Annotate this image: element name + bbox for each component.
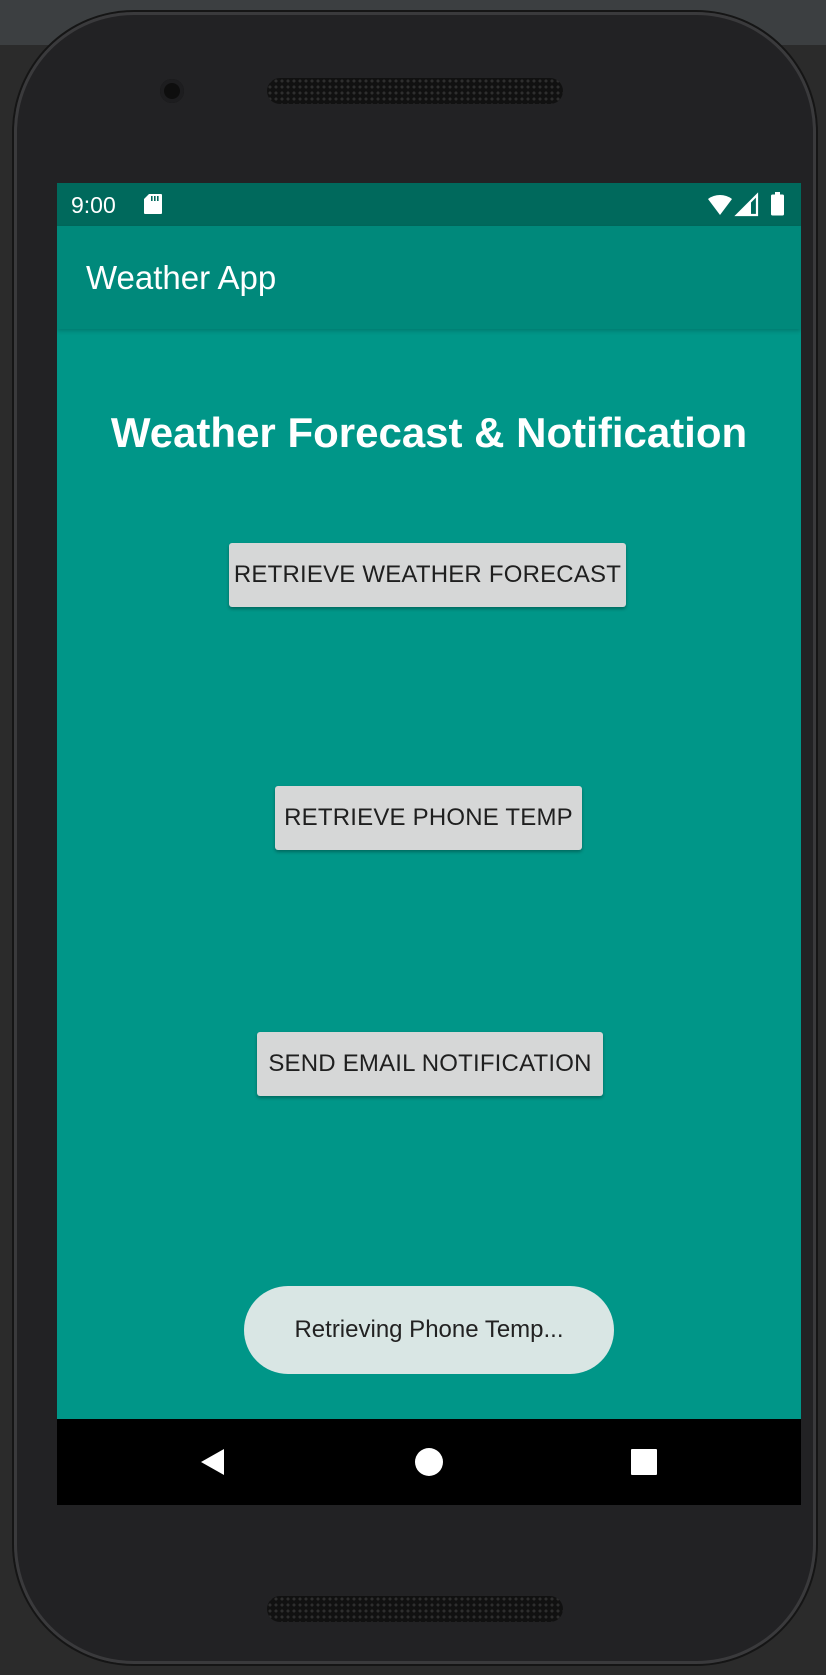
bottom-speaker: [267, 1596, 563, 1622]
navigation-bar: [57, 1419, 801, 1505]
app-bar: Weather App: [57, 226, 801, 329]
toast-message: Retrieving Phone Temp...: [244, 1286, 614, 1374]
cell-signal-icon: [734, 192, 759, 217]
battery-icon: [771, 192, 784, 216]
status-time: 9:00: [71, 192, 116, 218]
sd-card-icon: [144, 194, 162, 214]
back-icon[interactable]: [197, 1446, 229, 1478]
retrieve-weather-forecast-button[interactable]: RETRIEVE WEATHER FORECAST: [229, 543, 626, 607]
retrieve-phone-temp-button[interactable]: RETRIEVE PHONE TEMP: [275, 786, 582, 850]
top-speaker: [267, 78, 563, 104]
status-bar: 9:00: [57, 183, 801, 226]
send-email-notification-button[interactable]: SEND EMAIL NOTIFICATION: [257, 1032, 603, 1096]
wifi-icon: [708, 195, 732, 215]
phone-frame: 9:00 Weather App Weather Forecast & Noti…: [14, 12, 816, 1664]
recents-icon[interactable]: [628, 1446, 660, 1478]
page-title: Weather Forecast & Notification: [110, 409, 748, 456]
device-screen: 9:00 Weather App Weather Forecast & Noti…: [57, 183, 801, 1505]
status-icons: [708, 192, 784, 217]
front-camera: [160, 79, 184, 103]
app-title: Weather App: [86, 259, 277, 296]
home-icon[interactable]: [413, 1446, 445, 1478]
